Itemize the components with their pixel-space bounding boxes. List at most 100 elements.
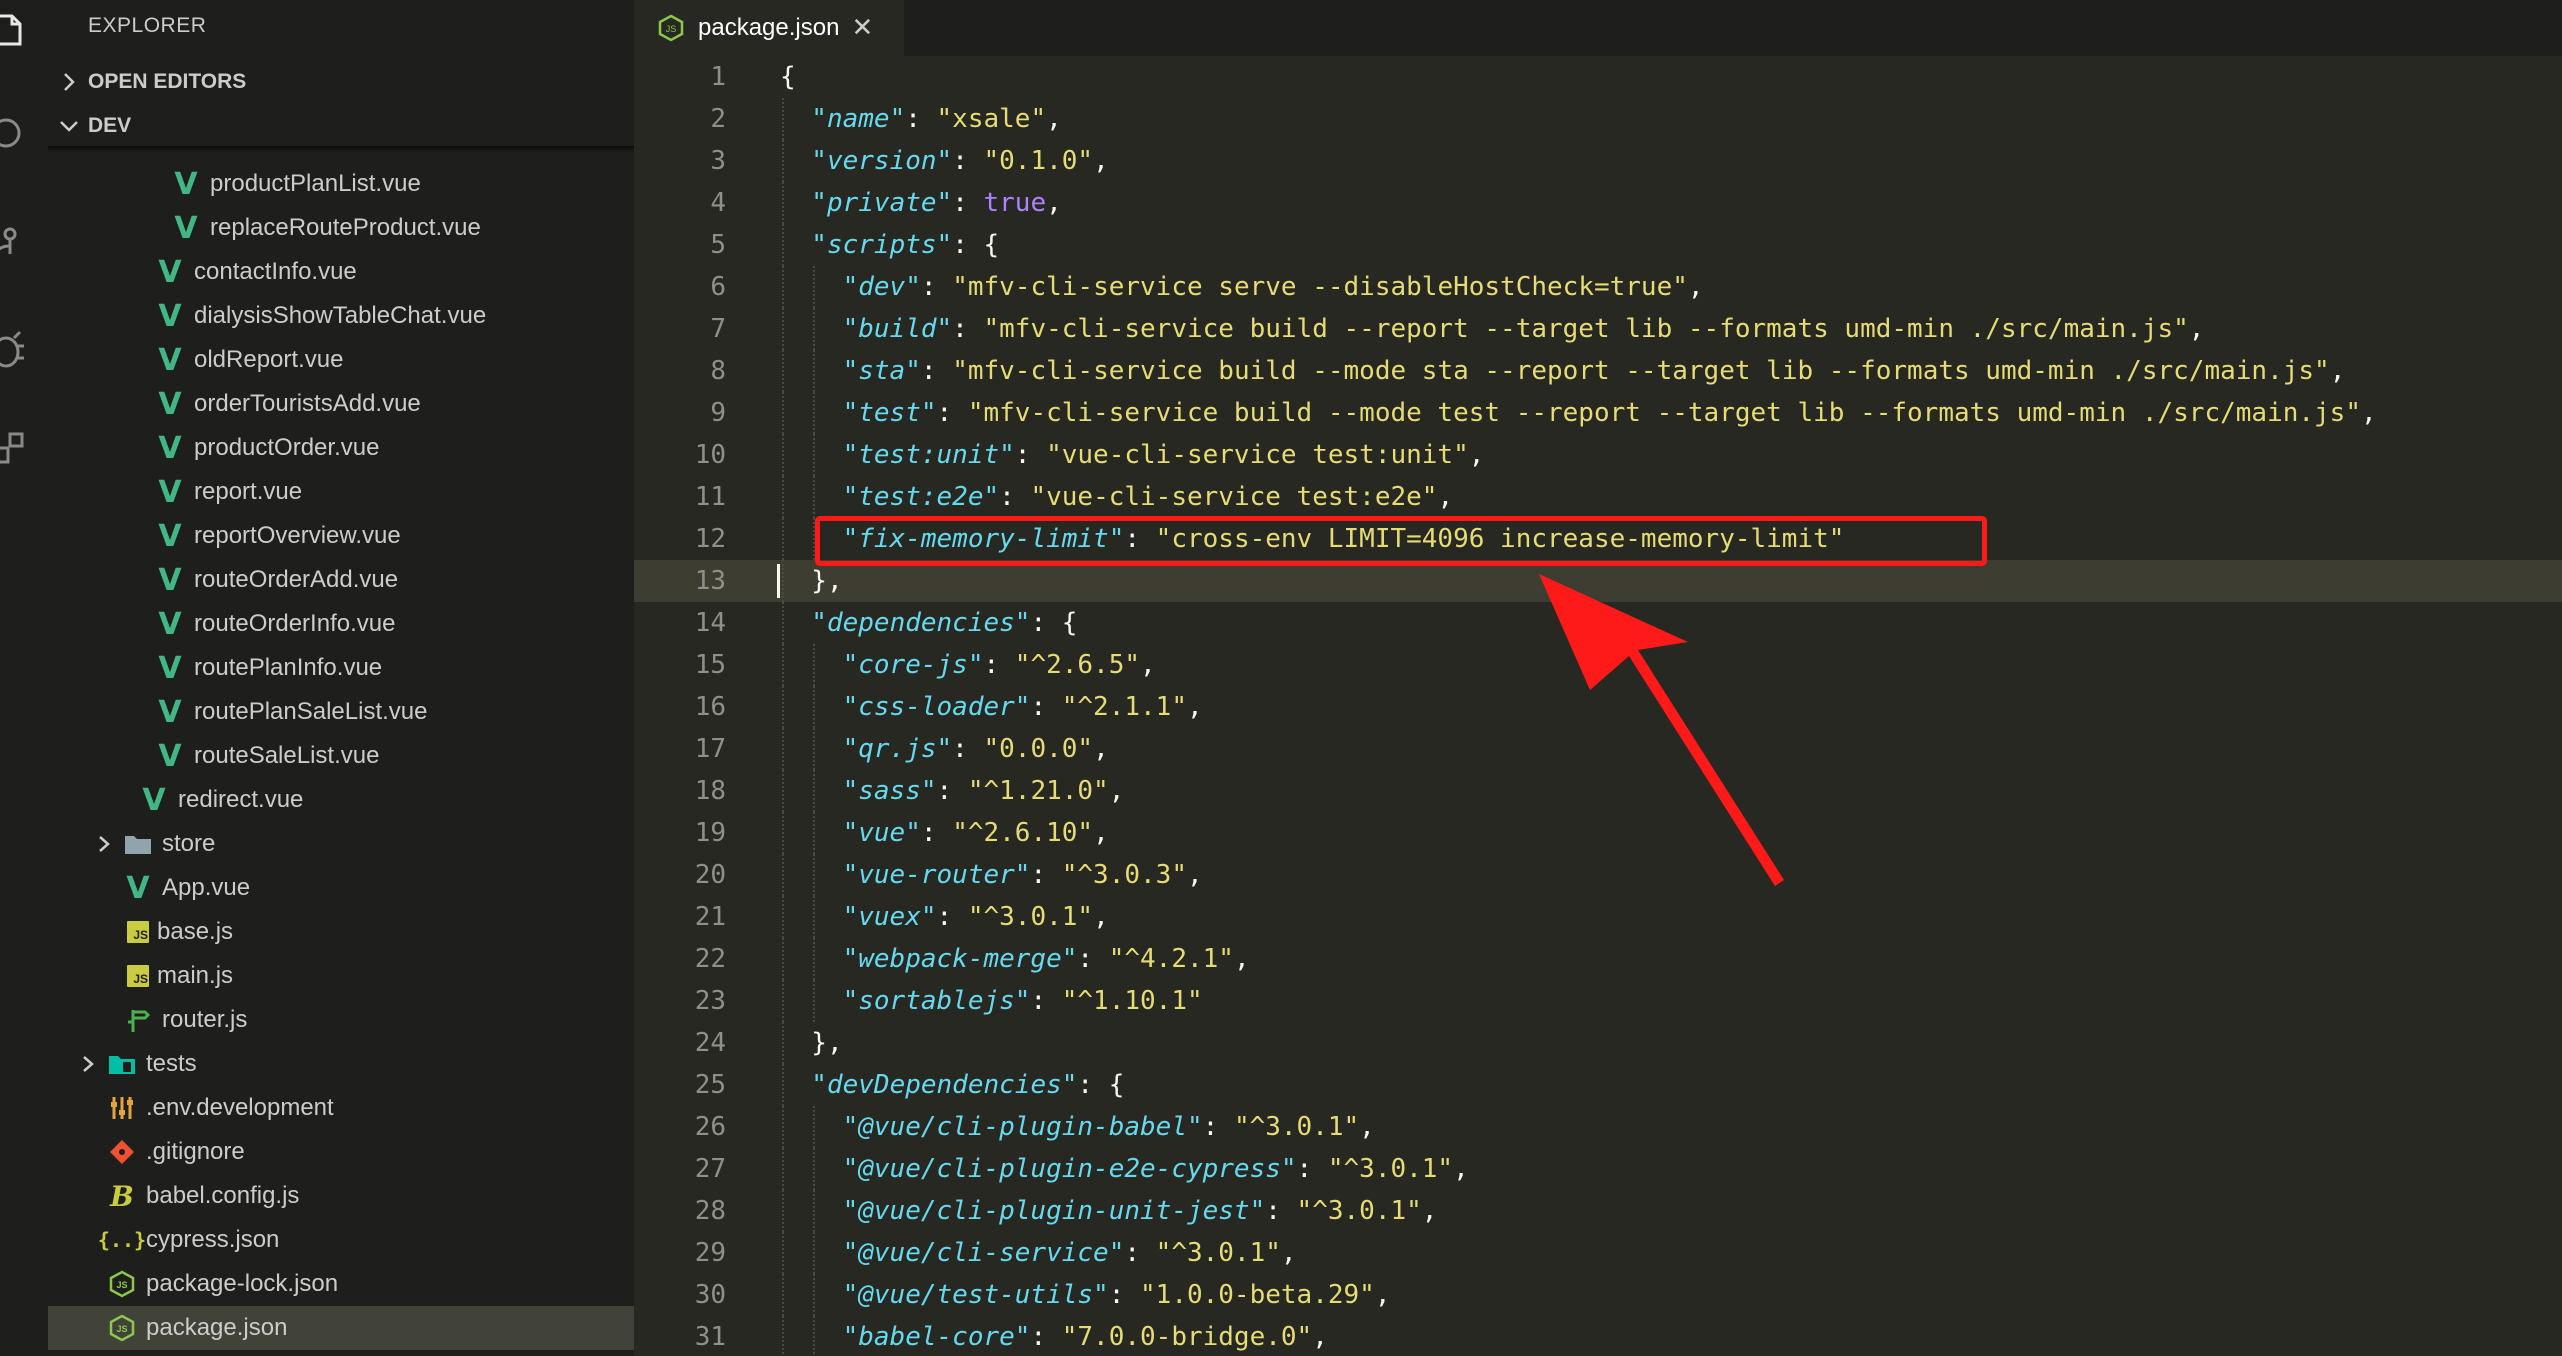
punctuation: , [2188, 314, 2205, 344]
tree-item[interactable]: store [48, 822, 634, 866]
punctuation: , [1186, 692, 1203, 722]
search-icon[interactable] [0, 114, 26, 154]
indent-guide [782, 1106, 784, 1148]
tree-item[interactable]: Vredirect.vue [48, 778, 634, 822]
tree-item[interactable]: JS package.json [48, 1306, 634, 1350]
code-line: 1{ [634, 56, 2562, 98]
tree-item[interactable]: .gitignore [48, 1130, 634, 1174]
tree-item[interactable]: VroutePlanSaleList.vue [48, 690, 634, 734]
line-number: 15 [694, 650, 726, 680]
tree-item[interactable]: JS package-lock.json [48, 1262, 634, 1306]
vue-icon: V [174, 210, 198, 246]
tree-item[interactable]: VcontactInfo.vue [48, 250, 634, 294]
code-line: 30 "@vue/test-utils": "1.0.0-beta.29", [634, 1274, 2562, 1316]
punctuation: , [1312, 1322, 1328, 1352]
line-number: 5 [710, 230, 726, 260]
tree-item[interactable]: .env.development [48, 1086, 634, 1130]
debug-icon[interactable] [0, 330, 26, 370]
json-string: "xsale" [936, 104, 1047, 134]
code-line: 28 "@vue/cli-plugin-unit-jest": "^3.0.1", [634, 1190, 2562, 1232]
indent-guide [813, 644, 816, 686]
code-line: 27 "@vue/cli-plugin-e2e-cypress": "^3.0.1… [634, 1148, 2562, 1190]
tree-item[interactable]: VrouteOrderAdd.vue [48, 558, 634, 602]
explorer-files-icon[interactable] [0, 10, 26, 50]
json-key: "devDependencies" [811, 1070, 1078, 1100]
indent-guide [813, 938, 816, 980]
indent-guide [782, 644, 784, 686]
punctuation: : [1014, 440, 1047, 470]
tree-item-label: replaceRouteProduct.vue [210, 214, 481, 241]
tree-item[interactable]: VdialysisShowTableChat.vue [48, 294, 634, 338]
tree-item-label: productPlanList.vue [210, 170, 421, 197]
json-key: "sta" [842, 356, 921, 386]
section-open-editors[interactable]: OPEN EDITORS [48, 60, 634, 104]
code-line: 16 "css-loader": "^2.1.1", [634, 686, 2562, 728]
tree-item[interactable]: Bbabel.config.js [48, 1174, 634, 1218]
code-text: "build": "mfv-cli-service build --report… [843, 308, 2205, 350]
code-text: "version": "0.1.0", [811, 140, 1108, 182]
code-line: 22 "webpack-merge": "^4.2.1", [634, 938, 2562, 980]
code-text: "scripts": { [811, 224, 999, 266]
punctuation: , [1093, 818, 1109, 848]
close-icon[interactable]: ✕ [851, 13, 873, 43]
code-line: 19 "vue": "^2.6.10", [634, 812, 2562, 854]
tree-item[interactable]: VreplaceRouteProduct.vue [48, 206, 634, 250]
indent-guide [782, 518, 784, 560]
json-key: "scripts" [811, 230, 953, 260]
tree-item[interactable]: router.js [48, 998, 634, 1042]
tree-item[interactable]: VproductPlanList.vue [48, 162, 634, 206]
indent-guide [782, 308, 784, 350]
punctuation: , [1468, 440, 1485, 470]
code-line: 3 "version": "0.1.0", [634, 140, 2562, 182]
code-text: "css-loader": "^2.1.1", [843, 686, 1203, 728]
code-text: "vuex": "^3.0.1", [843, 896, 1109, 938]
indent-guide [813, 812, 816, 854]
tree-item[interactable]: VoldReport.vue [48, 338, 634, 382]
vue-icon: V [158, 430, 182, 466]
punctuation: , [1453, 1154, 1469, 1184]
code-text: "vue-router": "^3.0.3", [843, 854, 1203, 896]
section-dev[interactable]: DEV [48, 104, 634, 148]
tree-item-label: babel.config.js [146, 1182, 300, 1209]
punctuation: : [1030, 986, 1062, 1016]
tree-item[interactable]: JS base.js [48, 910, 634, 954]
indent-guide [782, 1190, 784, 1232]
source-control-icon[interactable] [0, 224, 26, 264]
code-line: 24}, [634, 1022, 2562, 1064]
json-key: "qr.js" [842, 734, 953, 764]
indent-guide [782, 938, 784, 980]
punctuation: : [1030, 1322, 1062, 1352]
tree-item[interactable]: VroutePlanInfo.vue [48, 646, 634, 690]
punctuation: : [952, 188, 984, 218]
tree-item[interactable]: VreportOverview.vue [48, 514, 634, 558]
tree-item[interactable]: JS main.js [48, 954, 634, 998]
tab-package-json[interactable]: JS package.json ✕ [634, 0, 904, 56]
text-cursor [777, 564, 780, 598]
code-text: "test:e2e": "vue-cli-service test:e2e", [843, 476, 1454, 518]
tree-item[interactable]: Vreport.vue [48, 470, 634, 514]
tree-item-label: .gitignore [146, 1138, 245, 1165]
json-string: "mfv-cli-service build --report --target… [983, 314, 2189, 344]
tree-item-label: routePlanInfo.vue [194, 654, 383, 681]
code-editor[interactable]: 1{2 "name": "xsale", 3 "version": "0.1.0", 4… [634, 56, 2562, 1356]
chevron-down-icon [58, 104, 80, 148]
vue-icon: V [158, 606, 182, 642]
line-number: 9 [710, 398, 726, 428]
tree-item[interactable]: V App.vue [48, 866, 634, 910]
extensions-icon[interactable] [0, 430, 26, 470]
tree-item[interactable]: VrouteSaleList.vue [48, 734, 634, 778]
tree-item[interactable]: VproductOrder.vue [48, 426, 634, 470]
tree-item[interactable]: tests [48, 1042, 634, 1086]
tree-item[interactable]: {..} cypress.json [48, 1218, 634, 1262]
line-number: 6 [710, 272, 726, 302]
code-line: 23 "sortablejs": "^1.10.1" [634, 980, 2562, 1022]
json-key: "vuex" [842, 902, 937, 932]
tree-item[interactable]: VorderTouristsAdd.vue [48, 382, 634, 426]
json-key: "babel-core" [842, 1322, 1031, 1352]
tree-item[interactable]: VrouteOrderInfo.vue [48, 602, 634, 646]
indent-guide [813, 1148, 816, 1190]
